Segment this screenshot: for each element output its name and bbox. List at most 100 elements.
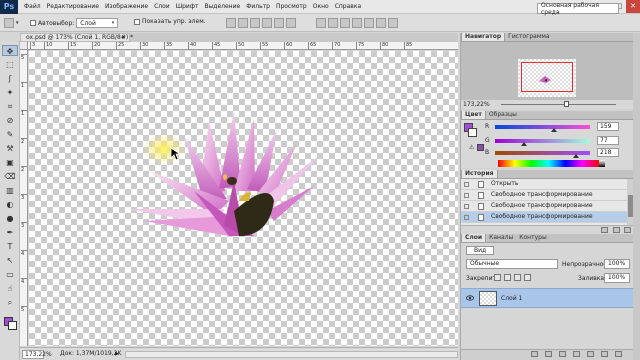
clone-stamp-tool-icon[interactable]: ▣	[2, 157, 18, 168]
history-snapshot-checkbox[interactable]	[464, 182, 469, 187]
distribute-vcenter-icon[interactable]	[328, 18, 338, 28]
path-selection-tool-icon[interactable]: ↖	[2, 255, 18, 266]
autoselect-checkbox[interactable]	[30, 20, 36, 26]
menu-layers[interactable]: Слои	[154, 3, 170, 10]
blend-mode-dropdown[interactable]: Обычные	[466, 259, 558, 269]
auto-align-icon[interactable]	[388, 18, 398, 28]
close-button[interactable]: ✕	[626, 0, 640, 13]
autoselect-dropdown[interactable]: Слой ▾	[76, 18, 119, 28]
align-vcenter-icon[interactable]	[238, 18, 248, 28]
menu-window[interactable]: Окно	[313, 3, 329, 10]
lasso-tool-icon[interactable]: ʃ	[2, 73, 18, 84]
blue-slider-knob[interactable]	[572, 154, 579, 158]
zoom-field[interactable]: 173,22%	[22, 350, 52, 359]
trash-icon[interactable]	[615, 351, 622, 357]
menu-help[interactable]: Справка	[335, 3, 361, 10]
align-top-icon[interactable]	[226, 18, 236, 28]
align-right-icon[interactable]	[286, 18, 296, 28]
red-slider[interactable]	[495, 125, 590, 129]
color-spectrum-bar[interactable]	[498, 160, 599, 167]
lock-all-icon[interactable]	[524, 274, 531, 281]
tab-channels[interactable]: Каналы	[486, 234, 516, 242]
show-transform-checkbox[interactable]	[134, 18, 140, 25]
dodge-tool-icon[interactable]: ●	[2, 213, 18, 224]
green-slider-knob[interactable]	[520, 142, 527, 146]
web-safe-swatch[interactable]	[477, 144, 484, 151]
lock-pixels-icon[interactable]	[504, 274, 511, 281]
crop-tool-icon[interactable]: ⌗	[2, 101, 18, 112]
move-tool-preset[interactable]: ▾	[4, 18, 19, 28]
warning-icon[interactable]: ⚠	[469, 144, 474, 151]
document-canvas[interactable]	[29, 51, 458, 346]
folder-icon[interactable]	[587, 351, 594, 357]
rectangle-tool-icon[interactable]: ▭	[2, 269, 18, 280]
menu-view[interactable]: Просмотр	[276, 3, 307, 10]
align-hcenter-icon[interactable]	[274, 18, 284, 28]
lock-position-icon[interactable]	[514, 274, 521, 281]
pen-tool-icon[interactable]: ✒	[2, 227, 18, 238]
new-snapshot-icon[interactable]	[613, 227, 620, 233]
info-menu-arrow-icon[interactable]: ▶	[115, 348, 119, 360]
tab-swatches[interactable]: Образцы	[486, 111, 520, 119]
type-tool-icon[interactable]: T	[2, 241, 18, 252]
history-item[interactable]: Свободное трансформирование	[461, 190, 627, 201]
trash-icon[interactable]	[624, 227, 631, 233]
history-item[interactable]: Открыть	[461, 179, 627, 190]
layer-row[interactable]: Слой 1	[461, 288, 634, 308]
link-icon[interactable]	[531, 351, 538, 357]
blue-value[interactable]: 218	[597, 148, 619, 157]
new-document-icon[interactable]	[601, 227, 608, 233]
collapsed-panel-strip[interactable]	[633, 33, 640, 360]
menu-file[interactable]: Файл	[24, 3, 41, 10]
align-left-icon[interactable]	[262, 18, 272, 28]
tab-navigator[interactable]: Навигатор	[461, 33, 506, 41]
history-item-selected[interactable]: Свободное трансформирование	[461, 212, 627, 223]
tab-color[interactable]: Цвет	[461, 111, 486, 119]
menu-image[interactable]: Изображение	[105, 3, 148, 10]
tab-paths[interactable]: Контуры	[516, 234, 549, 242]
navigator-zoom-value[interactable]: 173,22%	[463, 101, 490, 108]
navigator-zoom-slider[interactable]	[501, 104, 616, 105]
healing-brush-tool-icon[interactable]: ✎	[2, 129, 18, 140]
move-tool-icon[interactable]: ✥	[2, 45, 18, 56]
green-value[interactable]: 77	[597, 136, 619, 145]
new-layer-icon[interactable]	[601, 351, 608, 357]
layer-name[interactable]: Слой 1	[501, 295, 522, 302]
tab-layers[interactable]: Слои	[461, 234, 487, 242]
navigator-preview[interactable]	[461, 42, 634, 100]
distribute-hcenter-icon[interactable]	[364, 18, 374, 28]
zoom-tool-icon[interactable]: ⌕	[2, 297, 18, 308]
fx-icon[interactable]	[545, 351, 552, 357]
menu-filter[interactable]: Фильтр	[246, 3, 270, 10]
history-item[interactable]: Свободное трансформирование	[461, 201, 627, 212]
eraser-tool-icon[interactable]: ▥	[2, 185, 18, 196]
gradient-tool-icon[interactable]: ◐	[2, 199, 18, 210]
layer-filter-dropdown[interactable]: Вид	[466, 246, 494, 255]
red-slider-knob[interactable]	[550, 128, 557, 132]
menu-edit[interactable]: Редактирование	[47, 3, 99, 10]
eye-icon[interactable]	[466, 294, 474, 303]
document-tab[interactable]: ox.psd @ 173% (Слой 1, RGB/8#) * ×	[20, 33, 133, 42]
navigator-zoom-knob[interactable]	[564, 101, 569, 107]
horizontal-scrollbar[interactable]	[125, 351, 458, 358]
close-icon[interactable]: ×	[121, 34, 126, 42]
adjustment-icon[interactable]	[573, 351, 580, 357]
distribute-top-icon[interactable]	[316, 18, 326, 28]
fill-field[interactable]: 100%	[604, 273, 630, 283]
opacity-field[interactable]: 100%	[604, 259, 630, 269]
history-snapshot-checkbox[interactable]	[464, 204, 469, 209]
menu-select[interactable]: Выделение	[204, 3, 240, 10]
distribute-left-icon[interactable]	[352, 18, 362, 28]
distribute-bottom-icon[interactable]	[340, 18, 350, 28]
brush-tool-icon[interactable]: ⚒	[2, 143, 18, 154]
tab-history[interactable]: История	[461, 170, 498, 178]
hand-tool-icon[interactable]: ☝	[2, 283, 18, 294]
lock-transparency-icon[interactable]	[494, 274, 501, 281]
history-brush-tool-icon[interactable]: ⌫	[2, 171, 18, 182]
eyedropper-tool-icon[interactable]: ⊘	[2, 115, 18, 126]
marquee-tool-icon[interactable]: ⬚	[2, 59, 18, 70]
quick-select-tool-icon[interactable]: ✦	[2, 87, 18, 98]
mask-icon[interactable]	[559, 351, 566, 357]
align-bottom-icon[interactable]	[250, 18, 260, 28]
tab-histogram[interactable]: Гистограмма	[505, 33, 552, 41]
